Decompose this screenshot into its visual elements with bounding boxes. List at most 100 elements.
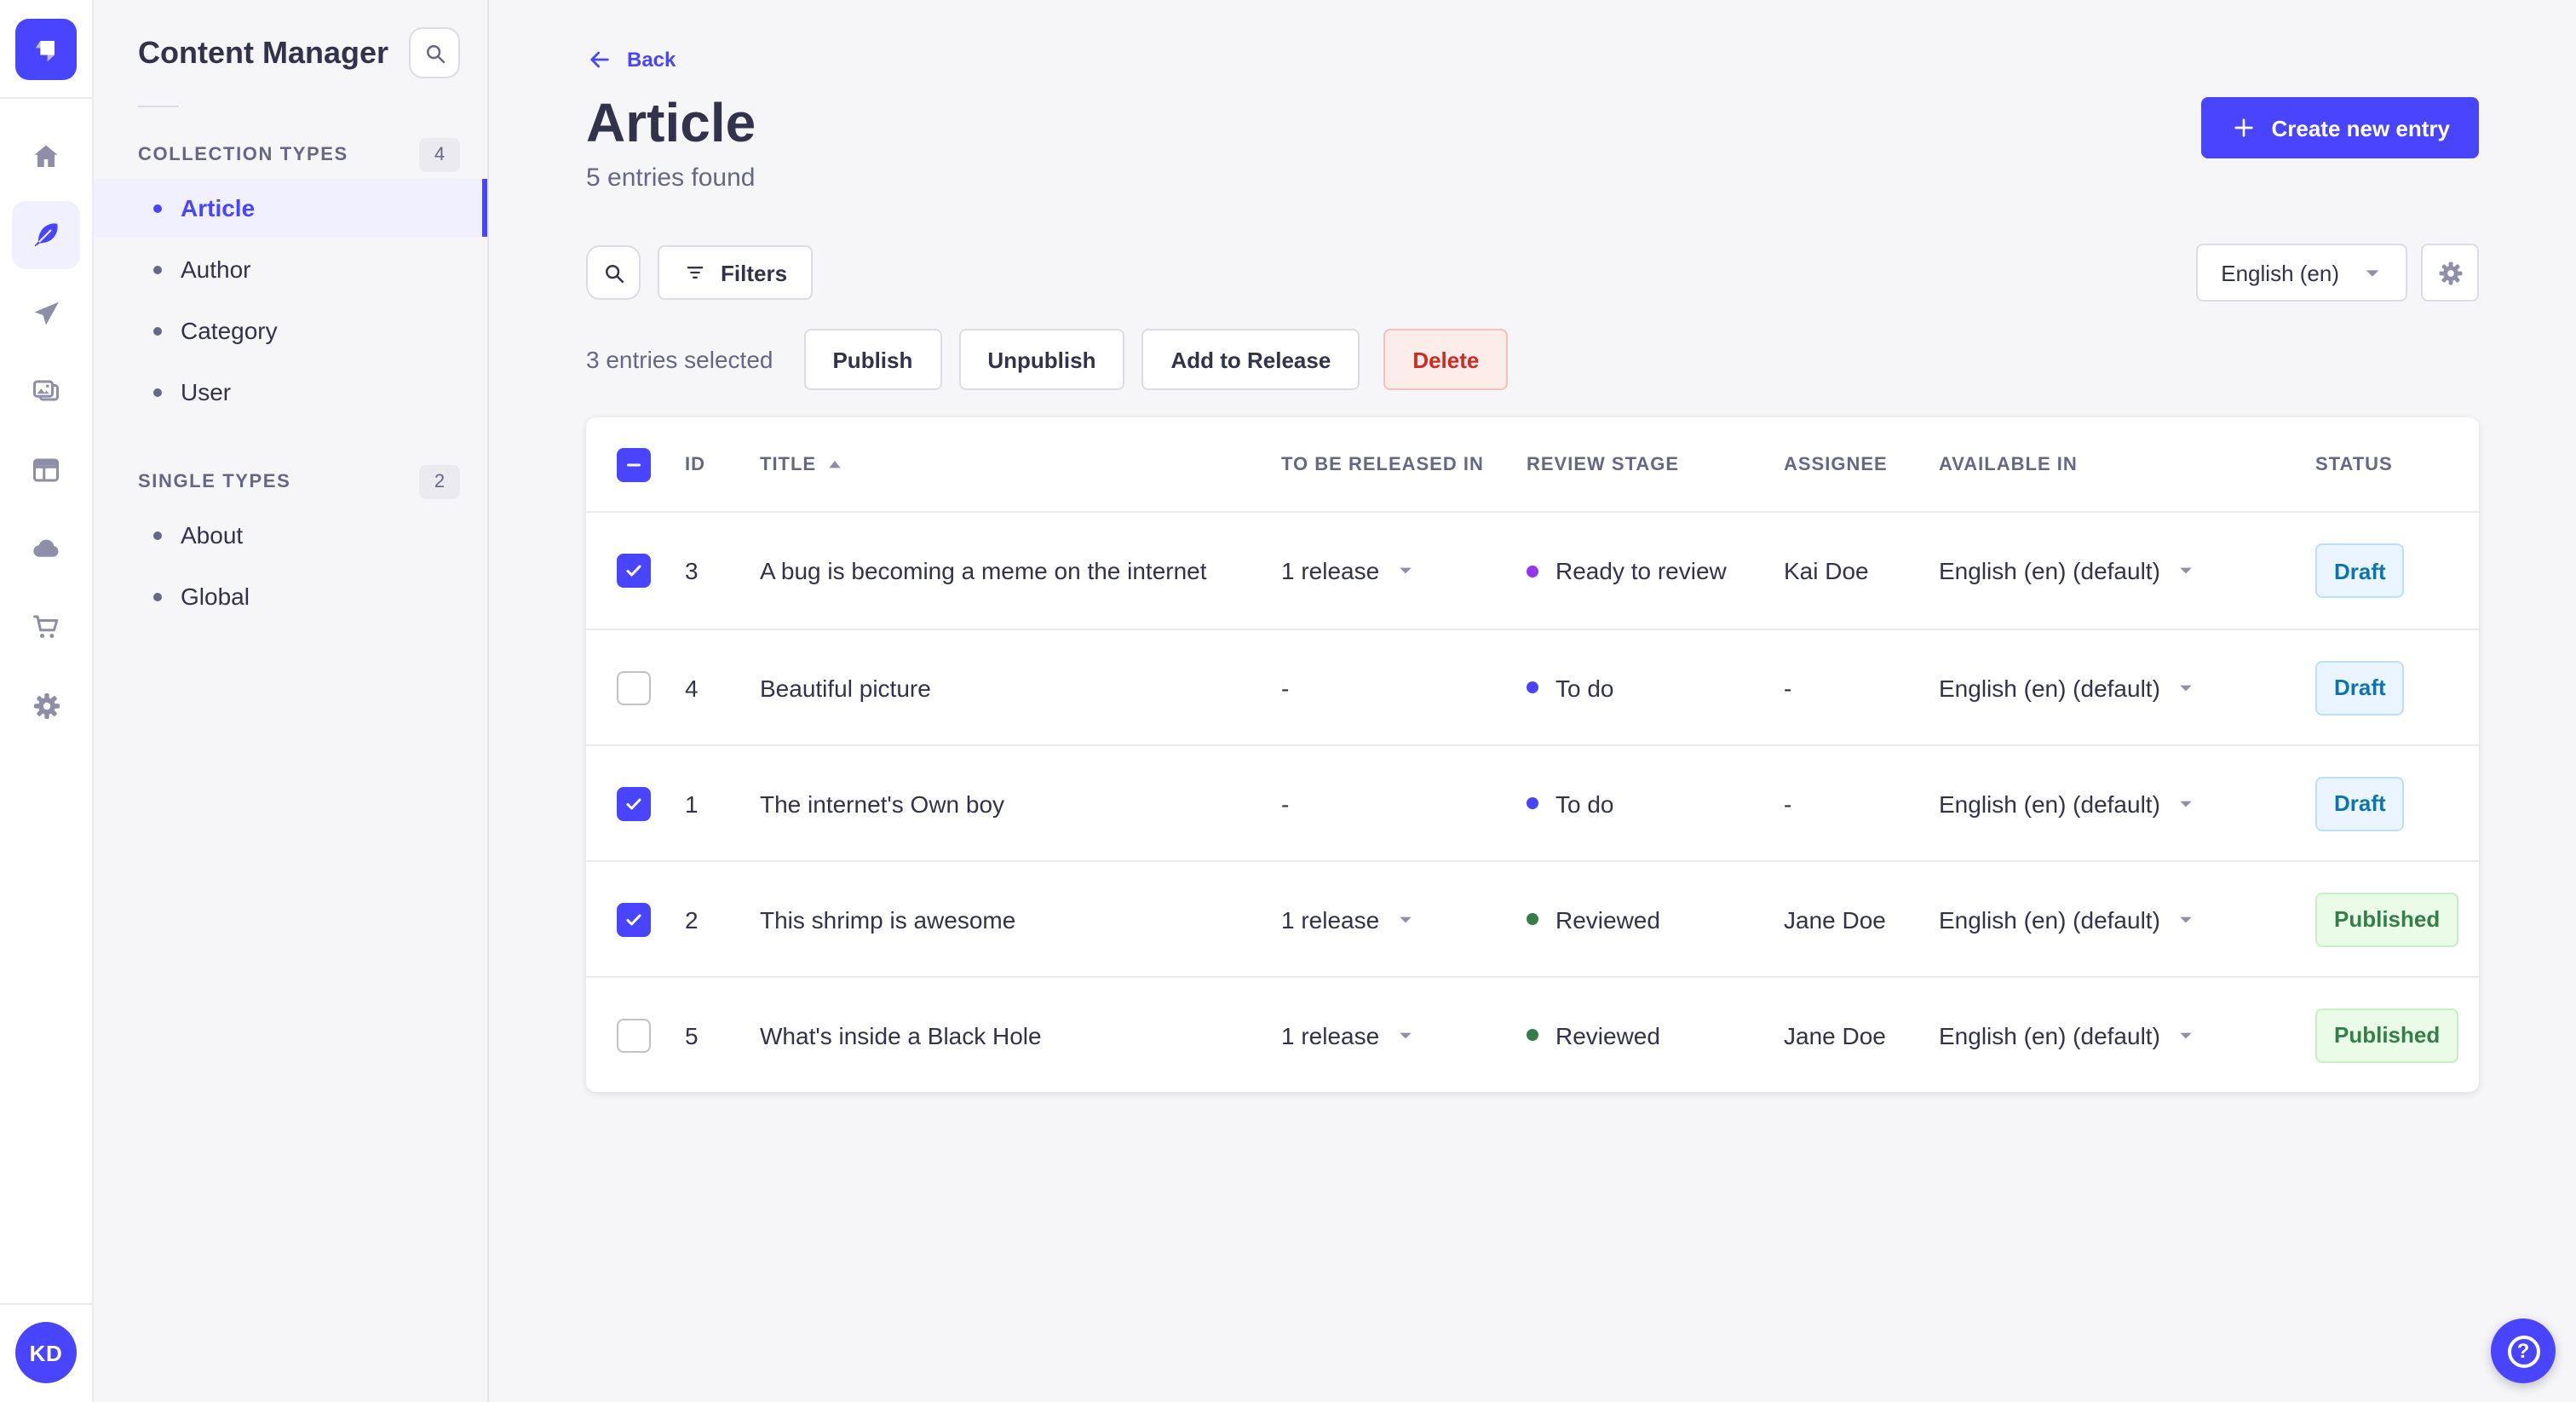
table-row[interactable]: 2 This shrimp is awesome 1 release Revie… bbox=[586, 860, 2479, 976]
filter-icon bbox=[687, 267, 704, 279]
table-row[interactable]: 1 The internet's Own boy - To do - Engli… bbox=[586, 744, 2479, 860]
check-icon bbox=[626, 913, 641, 925]
bullet-icon bbox=[153, 265, 162, 273]
create-new-entry-button[interactable]: Create new entry bbox=[2201, 97, 2479, 158]
column-header-review-stage[interactable]: REVIEW STAGE bbox=[1527, 454, 1784, 474]
column-header-release[interactable]: TO BE RELEASED IN bbox=[1281, 454, 1527, 474]
cell-assignee: - bbox=[1784, 790, 1792, 818]
cell-id: 2 bbox=[685, 905, 699, 934]
chevron-down-icon bbox=[2177, 795, 2194, 812]
nav-deploy-cloud-icon[interactable] bbox=[12, 514, 80, 583]
cell-release: - bbox=[1281, 790, 1290, 818]
bullet-icon bbox=[153, 204, 162, 212]
cell-release: - bbox=[1281, 674, 1290, 702]
subnav-divider bbox=[138, 106, 179, 107]
view-settings-button[interactable] bbox=[2421, 244, 2479, 302]
column-header-id[interactable]: ID bbox=[685, 454, 760, 474]
cell-title: This shrimp is awesome bbox=[760, 905, 1016, 934]
table-header-row: ID TITLE TO BE RELEASED IN REVIEW STAGE … bbox=[586, 417, 2479, 514]
sidebar-item-global[interactable]: Global bbox=[94, 567, 487, 625]
row-checkbox[interactable] bbox=[617, 1018, 651, 1053]
section-single-types: SINGLE TYPES 2 bbox=[94, 458, 487, 506]
sidebar-item-author[interactable]: Author bbox=[94, 240, 487, 298]
main-content: Back Article 5 entries found Create new … bbox=[489, 0, 2576, 1402]
release-dropdown[interactable]: 1 release bbox=[1281, 1021, 1527, 1049]
nav-settings-gear-icon[interactable] bbox=[12, 671, 80, 739]
arrow-left-icon bbox=[590, 51, 609, 68]
status-badge: Published bbox=[2315, 1008, 2459, 1063]
chevron-down-icon bbox=[1396, 562, 1413, 579]
subnav-search-button[interactable] bbox=[409, 27, 460, 78]
table-row[interactable]: 4 Beautiful picture - To do - English (e… bbox=[586, 629, 2479, 744]
cell-id: 1 bbox=[685, 790, 699, 818]
indeterminate-dash-icon bbox=[627, 463, 641, 466]
help-button[interactable]: ? bbox=[2491, 1319, 2556, 1383]
locale-dropdown[interactable]: English (en) (default) bbox=[1939, 1021, 2315, 1049]
release-dropdown[interactable]: 1 release bbox=[1281, 905, 1527, 933]
delete-button[interactable]: Delete bbox=[1383, 329, 1509, 391]
nav-marketplace-cart-icon[interactable] bbox=[12, 593, 80, 661]
strapi-logo[interactable] bbox=[15, 19, 77, 80]
sidebar-item-article[interactable]: Article bbox=[94, 179, 487, 237]
cell-review-stage: To do bbox=[1527, 790, 1784, 817]
cell-assignee: Kai Doe bbox=[1784, 557, 1869, 585]
main-nav-rail: KD bbox=[0, 0, 94, 1402]
nav-releases-icon[interactable] bbox=[12, 279, 80, 348]
status-badge: Published bbox=[2315, 892, 2459, 947]
section-label: SINGLE TYPES bbox=[138, 472, 291, 492]
nav-content-manager-icon[interactable] bbox=[12, 201, 80, 269]
search-icon bbox=[605, 264, 624, 283]
nav-media-library-icon[interactable] bbox=[12, 358, 80, 426]
locale-dropdown[interactable]: English (en) (default) bbox=[1939, 674, 2315, 701]
plus-icon bbox=[2234, 118, 2254, 137]
add-to-release-button[interactable]: Add to Release bbox=[1141, 329, 1360, 391]
page-title: Article bbox=[586, 92, 756, 153]
stage-dot-icon bbox=[1527, 1029, 1538, 1042]
question-mark-icon: ? bbox=[2507, 1335, 2539, 1367]
back-link[interactable]: Back bbox=[586, 46, 676, 73]
sidebar-item-category[interactable]: Category bbox=[94, 302, 487, 359]
release-dropdown[interactable]: 1 release bbox=[1281, 557, 1527, 584]
select-all-checkbox[interactable] bbox=[617, 447, 651, 482]
row-checkbox[interactable] bbox=[617, 786, 651, 821]
nav-content-type-builder-icon[interactable] bbox=[12, 436, 80, 504]
cell-assignee: - bbox=[1784, 674, 1792, 702]
publish-button[interactable]: Publish bbox=[803, 329, 942, 391]
column-header-available-in[interactable]: AVAILABLE IN bbox=[1939, 454, 2315, 474]
column-header-assignee[interactable]: ASSIGNEE bbox=[1784, 454, 1939, 474]
logo-container bbox=[0, 0, 92, 99]
locale-dropdown[interactable]: English (en) (default) bbox=[1939, 905, 2315, 933]
content-manager-app: KD Content Manager COLLECTION TYPES 4 Ar… bbox=[0, 0, 2576, 1402]
cell-assignee: Jane Doe bbox=[1784, 1021, 1886, 1049]
stage-dot-icon bbox=[1527, 797, 1538, 810]
nav-home-icon[interactable] bbox=[12, 123, 80, 191]
search-button[interactable] bbox=[586, 245, 641, 301]
locale-dropdown[interactable]: English (en) bbox=[2195, 244, 2407, 302]
locale-dropdown[interactable]: English (en) (default) bbox=[1939, 790, 2315, 817]
row-checkbox[interactable] bbox=[617, 554, 651, 589]
sidebar-item-user[interactable]: User bbox=[94, 363, 487, 421]
column-header-status[interactable]: STATUS bbox=[2315, 454, 2479, 474]
locale-dropdown[interactable]: English (en) (default) bbox=[1939, 557, 2315, 584]
bullet-icon bbox=[153, 388, 162, 396]
cell-assignee: Jane Doe bbox=[1784, 905, 1886, 934]
table-row[interactable]: 3 A bug is becoming a meme on the intern… bbox=[586, 513, 2479, 629]
cell-review-stage: Reviewed bbox=[1527, 905, 1784, 933]
table-row[interactable]: 5 What's inside a Black Hole 1 release R… bbox=[586, 976, 2479, 1092]
cell-review-stage: Reviewed bbox=[1527, 1021, 1784, 1049]
chevron-down-icon bbox=[2177, 911, 2194, 928]
sort-ascending-icon bbox=[829, 460, 841, 468]
subnav-title: Content Manager bbox=[138, 35, 389, 69]
row-checkbox[interactable] bbox=[617, 670, 651, 705]
filters-button[interactable]: Filters bbox=[658, 245, 814, 301]
user-avatar[interactable]: KD bbox=[15, 1322, 77, 1383]
rail-footer: KD bbox=[0, 1303, 92, 1402]
column-header-title[interactable]: TITLE bbox=[760, 454, 1281, 474]
sidebar-item-about[interactable]: About bbox=[94, 506, 487, 564]
unpublish-button[interactable]: Unpublish bbox=[958, 329, 1125, 391]
check-icon bbox=[626, 797, 641, 809]
stage-dot-icon bbox=[1527, 681, 1538, 694]
row-checkbox[interactable] bbox=[617, 902, 651, 937]
single-types-count-badge: 2 bbox=[419, 465, 460, 499]
cell-id: 4 bbox=[685, 674, 699, 702]
